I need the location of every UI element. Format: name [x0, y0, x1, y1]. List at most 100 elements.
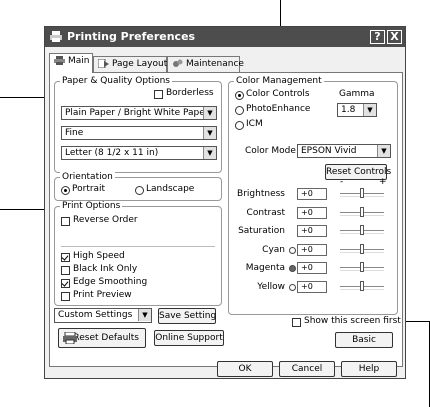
chevron-down-icon: ▼ [203, 127, 216, 139]
gamma-value: 1.8 [341, 105, 356, 115]
print-preview-label: Print Preview [73, 290, 132, 300]
slider-thumb[interactable] [360, 243, 364, 254]
slider-label-magenta: Magenta [245, 263, 285, 273]
brightness-value-input[interactable]: +0 [297, 188, 327, 200]
color-controls-radio[interactable] [235, 91, 244, 100]
icm-radio[interactable] [235, 121, 244, 130]
black-ink-only-checkbox[interactable] [61, 266, 70, 275]
custom-settings-select[interactable]: Custom Settings ▼ [54, 308, 152, 323]
print-options-caption: Print Options [60, 201, 123, 211]
high-speed-label: High Speed [73, 251, 125, 261]
cyan-ink-icon [289, 246, 296, 254]
yellow-ink-icon [289, 283, 296, 291]
tab-main[interactable]: Main [49, 53, 93, 73]
landscape-radio[interactable] [135, 186, 144, 195]
high-speed-checkbox[interactable] [61, 253, 70, 262]
orientation-caption: Orientation [60, 172, 115, 182]
printing-preferences-dialog: Printing Preferences ? X Main Page Layou… [44, 26, 406, 379]
help-title-button[interactable]: ? [370, 30, 385, 44]
paper-quality-group: Paper & Quality Options Borderless Plain… [54, 76, 222, 173]
yellow-value-input[interactable]: +0 [297, 280, 327, 293]
callout-line [0, 97, 47, 98]
icm-label: ICM [246, 119, 263, 129]
chevron-down-icon: ▼ [203, 147, 216, 159]
window-title: Printing Preferences [67, 30, 196, 43]
color-mode-value: EPSON Vivid [301, 146, 357, 156]
reverse-order-checkbox[interactable] [61, 217, 70, 226]
reset-printer-icon [63, 332, 77, 344]
portrait-radio[interactable] [61, 186, 70, 195]
magenta-slider[interactable] [340, 262, 384, 274]
photoenhance-radio[interactable] [235, 106, 244, 115]
chevron-down-icon: ▼ [203, 107, 216, 119]
slider-thumb[interactable] [360, 280, 364, 291]
printer-icon [50, 31, 62, 42]
color-mode-select[interactable]: EPSON Vivid ▼ [297, 144, 391, 158]
borderless-label: Borderless [166, 88, 214, 98]
contrast-slider[interactable] [340, 206, 384, 219]
orientation-group: Orientation Portrait Landscape [54, 172, 222, 201]
contrast-value-input[interactable]: +0 [297, 206, 327, 219]
yellow-slider[interactable] [340, 280, 384, 293]
saturation-value-input[interactable]: +0 [297, 225, 327, 237]
slider-label-contrast: Contrast [246, 207, 285, 218]
slider-thumb[interactable] [360, 206, 364, 217]
tab-maintenance[interactable]: Maintenance [167, 56, 244, 72]
divider [61, 246, 215, 247]
reset-defaults-button[interactable]: Reset Defaults [58, 328, 146, 348]
color-management-group: Color Management Color Controls PhotoEnh… [228, 76, 398, 315]
cancel-button[interactable]: Cancel [279, 361, 335, 377]
reverse-order-label: Reverse Order [73, 215, 138, 225]
magenta-ink-icon [289, 265, 296, 272]
close-title-button[interactable]: X [387, 30, 402, 44]
brightness-slider[interactable] [340, 188, 384, 200]
media-type-select[interactable]: Plain Paper / Bright White Paper ▼ [61, 106, 217, 120]
cyan-slider[interactable] [340, 243, 384, 256]
slider-label-brightness: Brightness [237, 189, 285, 199]
paper-size-value: Letter (8 1/2 x 11 in) [65, 148, 159, 158]
photoenhance-label: PhotoEnhance [246, 104, 311, 114]
slider-thumb[interactable] [360, 188, 364, 198]
tab-page-layout[interactable]: Page Layout [93, 56, 167, 72]
page-layout-icon [98, 59, 109, 68]
tab-maintenance-label: Maintenance [186, 59, 244, 69]
gamma-label: Gamma [339, 89, 375, 99]
chevron-down-icon: ▼ [138, 309, 151, 321]
magenta-value-input[interactable]: +0 [297, 262, 327, 274]
chevron-down-icon: ▼ [377, 145, 390, 157]
printer-icon [54, 56, 65, 65]
gamma-select[interactable]: 1.8 ▼ [337, 103, 377, 117]
basic-button[interactable]: Basic [335, 332, 393, 348]
color-controls-label: Color Controls [246, 89, 310, 99]
save-setting-button[interactable]: Save Setting [158, 308, 216, 324]
paper-quality-caption: Paper & Quality Options [60, 76, 172, 86]
reset-controls-button[interactable]: Reset Controls [325, 164, 391, 180]
slider-label-cyan: Cyan [262, 244, 285, 255]
online-support-button[interactable]: Online Support [154, 330, 224, 346]
help-button[interactable]: Help [341, 361, 397, 377]
black-ink-only-label: Black Ink Only [73, 264, 138, 274]
cyan-value-input[interactable]: +0 [297, 243, 327, 256]
quality-select[interactable]: Fine ▼ [61, 126, 217, 140]
tab-page-layout-label: Page Layout [112, 59, 168, 69]
slider-thumb[interactable] [360, 225, 364, 235]
edge-smoothing-checkbox[interactable] [61, 279, 70, 288]
slider-thumb[interactable] [360, 262, 364, 272]
landscape-label: Landscape [146, 184, 195, 194]
color-management-caption: Color Management [234, 76, 324, 86]
show-screen-first-checkbox[interactable] [292, 318, 301, 327]
title-bar: Printing Preferences ? X [45, 27, 405, 47]
media-type-value: Plain Paper / Bright White Paper [65, 108, 209, 118]
tab-main-label: Main [68, 56, 90, 66]
borderless-checkbox[interactable] [154, 90, 163, 99]
reset-defaults-label: Reset Defaults [73, 333, 139, 343]
slider-plus-label: + [379, 177, 387, 187]
show-screen-first-label: Show this screen first [304, 316, 401, 326]
print-options-group: Print Options Reverse Order High Speed B… [54, 201, 222, 306]
custom-settings-value: Custom Settings [58, 310, 133, 320]
paper-size-select[interactable]: Letter (8 1/2 x 11 in) ▼ [61, 146, 217, 160]
print-preview-checkbox[interactable] [61, 292, 70, 301]
slider-label-yellow: Yellow [257, 281, 285, 292]
saturation-slider[interactable] [340, 225, 384, 237]
ok-button[interactable]: OK [217, 361, 273, 377]
